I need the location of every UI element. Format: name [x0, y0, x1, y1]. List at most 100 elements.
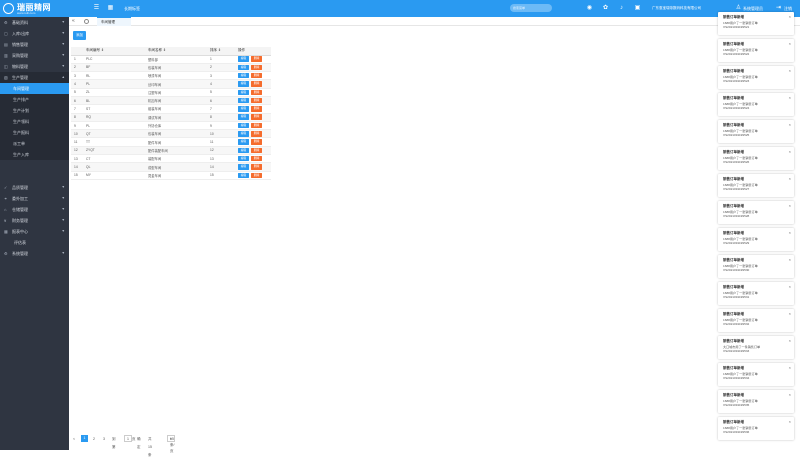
page-size-select[interactable]: 15 条/页 ▾: [167, 435, 175, 453]
close-icon[interactable]: ×: [789, 14, 791, 19]
close-icon[interactable]: ×: [789, 365, 791, 370]
edit-button[interactable]: 编辑: [238, 122, 249, 129]
close-icon[interactable]: ×: [789, 257, 791, 262]
sidebar-item-basic-data[interactable]: ⚙ 基础资料 ▼: [0, 17, 69, 28]
sidebar-subitem-plan[interactable]: 生产计划: [0, 105, 69, 116]
notification-card[interactable]: 销售订单新增 × 1688用户了一张销售订单 XS2021091199523: [718, 66, 794, 89]
delete-button[interactable]: 删除: [251, 106, 262, 112]
goto-confirm-button[interactable]: 确定: [137, 435, 141, 451]
edit-button[interactable]: 编辑: [238, 114, 249, 120]
edit-button[interactable]: 编辑: [238, 56, 249, 62]
sidebar-item-sales[interactable]: ▤ 销售管理 ▼: [0, 39, 69, 50]
notification-card[interactable]: 销售订单新增 × 1688用户了一张销售订单 XS2021091199528: [718, 201, 794, 224]
edit-button[interactable]: 编辑: [238, 97, 249, 104]
delete-button[interactable]: 删除: [251, 172, 262, 179]
notification-card[interactable]: 销售订单新增 × 大口城市用了一条销售订单 XS2021091199533: [718, 336, 794, 359]
edit-button[interactable]: 编辑: [238, 172, 249, 179]
edit-button[interactable]: 编辑: [238, 139, 249, 145]
sidebar-item-production[interactable]: ▧ 生产管理 ▲: [0, 72, 69, 83]
delete-button[interactable]: 删除: [251, 72, 262, 79]
menu-tab-label[interactable]: 长期标签: [124, 5, 140, 12]
delete-button[interactable]: 删除: [251, 139, 262, 145]
page-2-button[interactable]: 2: [93, 435, 95, 443]
sidebar-subitem-material-pick[interactable]: 生产领料: [0, 116, 69, 127]
notification-card[interactable]: 销售订单新增 × 1688用户了一张销售订单 XS2021091199524: [718, 93, 794, 116]
bell-icon[interactable]: ♪: [618, 5, 625, 12]
edit-button[interactable]: 编辑: [238, 164, 249, 170]
sidebar-subitem-inbound[interactable]: 生产入库: [0, 149, 69, 160]
page-1-button[interactable]: 1: [81, 435, 88, 442]
sort-icon[interactable]: ⇕: [218, 48, 221, 52]
logout-link[interactable]: 注销: [784, 5, 792, 12]
calendar-icon[interactable]: ▦: [107, 5, 114, 12]
notification-card[interactable]: 销售订单新增 × 1688用户了一张销售订单 XS2021091199522: [718, 39, 794, 62]
menu-search-input[interactable]: 搜索菜单: [510, 4, 552, 12]
sidebar-item-warehouse[interactable]: ⌂ 仓储管理 ▼: [0, 204, 69, 215]
delete-button[interactable]: 删除: [251, 64, 262, 71]
sidebar-subitem-scheduling[interactable]: 生产排产: [0, 94, 69, 105]
close-icon[interactable]: ×: [789, 176, 791, 181]
preview-icon[interactable]: ◉: [586, 5, 593, 12]
page-3-button[interactable]: 3: [103, 435, 105, 443]
close-icon[interactable]: ×: [789, 41, 791, 46]
sidebar-item-reports[interactable]: ▦ 报表中心 ▼: [0, 226, 69, 237]
edit-button[interactable]: 编辑: [238, 64, 249, 71]
notification-card[interactable]: 销售订单新增 × 1688用户了一张销售订单 XS2021091199529: [718, 228, 794, 251]
sidebar-subitem-dispatch[interactable]: 派工单: [0, 138, 69, 149]
close-icon[interactable]: ×: [789, 419, 791, 424]
delete-button[interactable]: 删除: [251, 81, 262, 87]
app-logo[interactable]: 瑞丽精网 www.ruili.com: [0, 0, 69, 17]
delete-button[interactable]: 删除: [251, 164, 262, 170]
delete-button[interactable]: 删除: [251, 131, 262, 137]
sidebar-item-finance[interactable]: ¥ 财务管理 ▼: [0, 215, 69, 226]
close-icon[interactable]: ×: [789, 122, 791, 127]
col-name[interactable]: 车间名称 ⇕: [145, 47, 207, 56]
sidebar-subitem-workshop[interactable]: 车间管理: [0, 83, 69, 94]
close-icon[interactable]: ×: [789, 149, 791, 154]
delete-button[interactable]: 删除: [251, 147, 262, 154]
edit-button[interactable]: 编辑: [238, 89, 249, 96]
close-icon[interactable]: ×: [789, 68, 791, 73]
add-button[interactable]: 添加: [73, 31, 86, 40]
grid-icon[interactable]: ▣: [634, 5, 641, 12]
delete-button[interactable]: 删除: [251, 89, 262, 96]
notification-card[interactable]: 销售订单新增 × 1688用户了一张销售订单 XS2021091199527: [718, 174, 794, 197]
notification-card[interactable]: 销售订单新增 × 1688用户了一张销售订单 XS2021091199525: [718, 120, 794, 143]
notification-card[interactable]: 销售订单新增 × 1688用户了一张销售订单 XS2021091199531: [718, 282, 794, 305]
home-tab-icon[interactable]: [84, 19, 89, 24]
delete-button[interactable]: 删除: [251, 56, 262, 62]
notification-card[interactable]: 销售订单新增 × 1688用户了一张销售订单 XS2021091199532: [718, 309, 794, 332]
notification-card[interactable]: 销售订单新增 × 1688用户了一张销售订单 XS2021091199530: [718, 255, 794, 278]
notification-card[interactable]: 销售订单新增 × 1688用户了一张销售订单 XS2021091199535: [718, 390, 794, 413]
notification-card[interactable]: 销售订单新增 × 1688用户了一张销售订单 XS2021091199521: [718, 12, 794, 35]
settings-icon[interactable]: ✿: [602, 5, 609, 12]
delete-button[interactable]: 删除: [251, 114, 262, 120]
notification-card[interactable]: 销售订单新增 × 1688用户了一张销售订单 XS2021091199526: [718, 147, 794, 170]
collapse-tabs-icon[interactable]: «: [72, 18, 75, 24]
hamburger-menu-icon[interactable]: ☰: [93, 5, 100, 12]
logout-icon[interactable]: ⇥: [775, 5, 782, 12]
delete-button[interactable]: 删除: [251, 122, 262, 129]
close-icon[interactable]: ×: [789, 338, 791, 343]
sidebar-item-outsourcing[interactable]: ⚭ 委外加工 ▼: [0, 193, 69, 204]
sidebar-item-evaluation[interactable]: 评估表: [0, 237, 69, 248]
tab-workshop[interactable]: 车间管理: [97, 17, 131, 26]
sidebar-item-purchase[interactable]: ▥ 采购管理 ▼: [0, 50, 69, 61]
edit-button[interactable]: 编辑: [238, 155, 249, 162]
col-code[interactable]: 车间编号 ⇕: [83, 47, 145, 56]
edit-button[interactable]: 编辑: [238, 147, 249, 154]
notification-card[interactable]: 销售订单新增 × 1688用户了一张销售订单 XS2021091199536: [718, 417, 794, 440]
sort-icon[interactable]: ⇕: [163, 48, 166, 52]
sidebar-item-quality[interactable]: ✓ 品质管理 ▼: [0, 182, 69, 193]
sidebar-subitem-report[interactable]: 生产报料: [0, 127, 69, 138]
page-number-input[interactable]: 1: [124, 435, 132, 442]
close-icon[interactable]: ×: [789, 311, 791, 316]
sort-icon[interactable]: ⇕: [101, 48, 104, 52]
close-icon[interactable]: ×: [789, 203, 791, 208]
close-icon[interactable]: ×: [789, 284, 791, 289]
edit-button[interactable]: 编辑: [238, 81, 249, 87]
user-name[interactable]: 系统管理员: [743, 5, 763, 12]
close-icon[interactable]: ×: [789, 230, 791, 235]
edit-button[interactable]: 编辑: [238, 131, 249, 137]
sidebar-item-system[interactable]: ⚙ 系统管理 ▼: [0, 248, 69, 259]
